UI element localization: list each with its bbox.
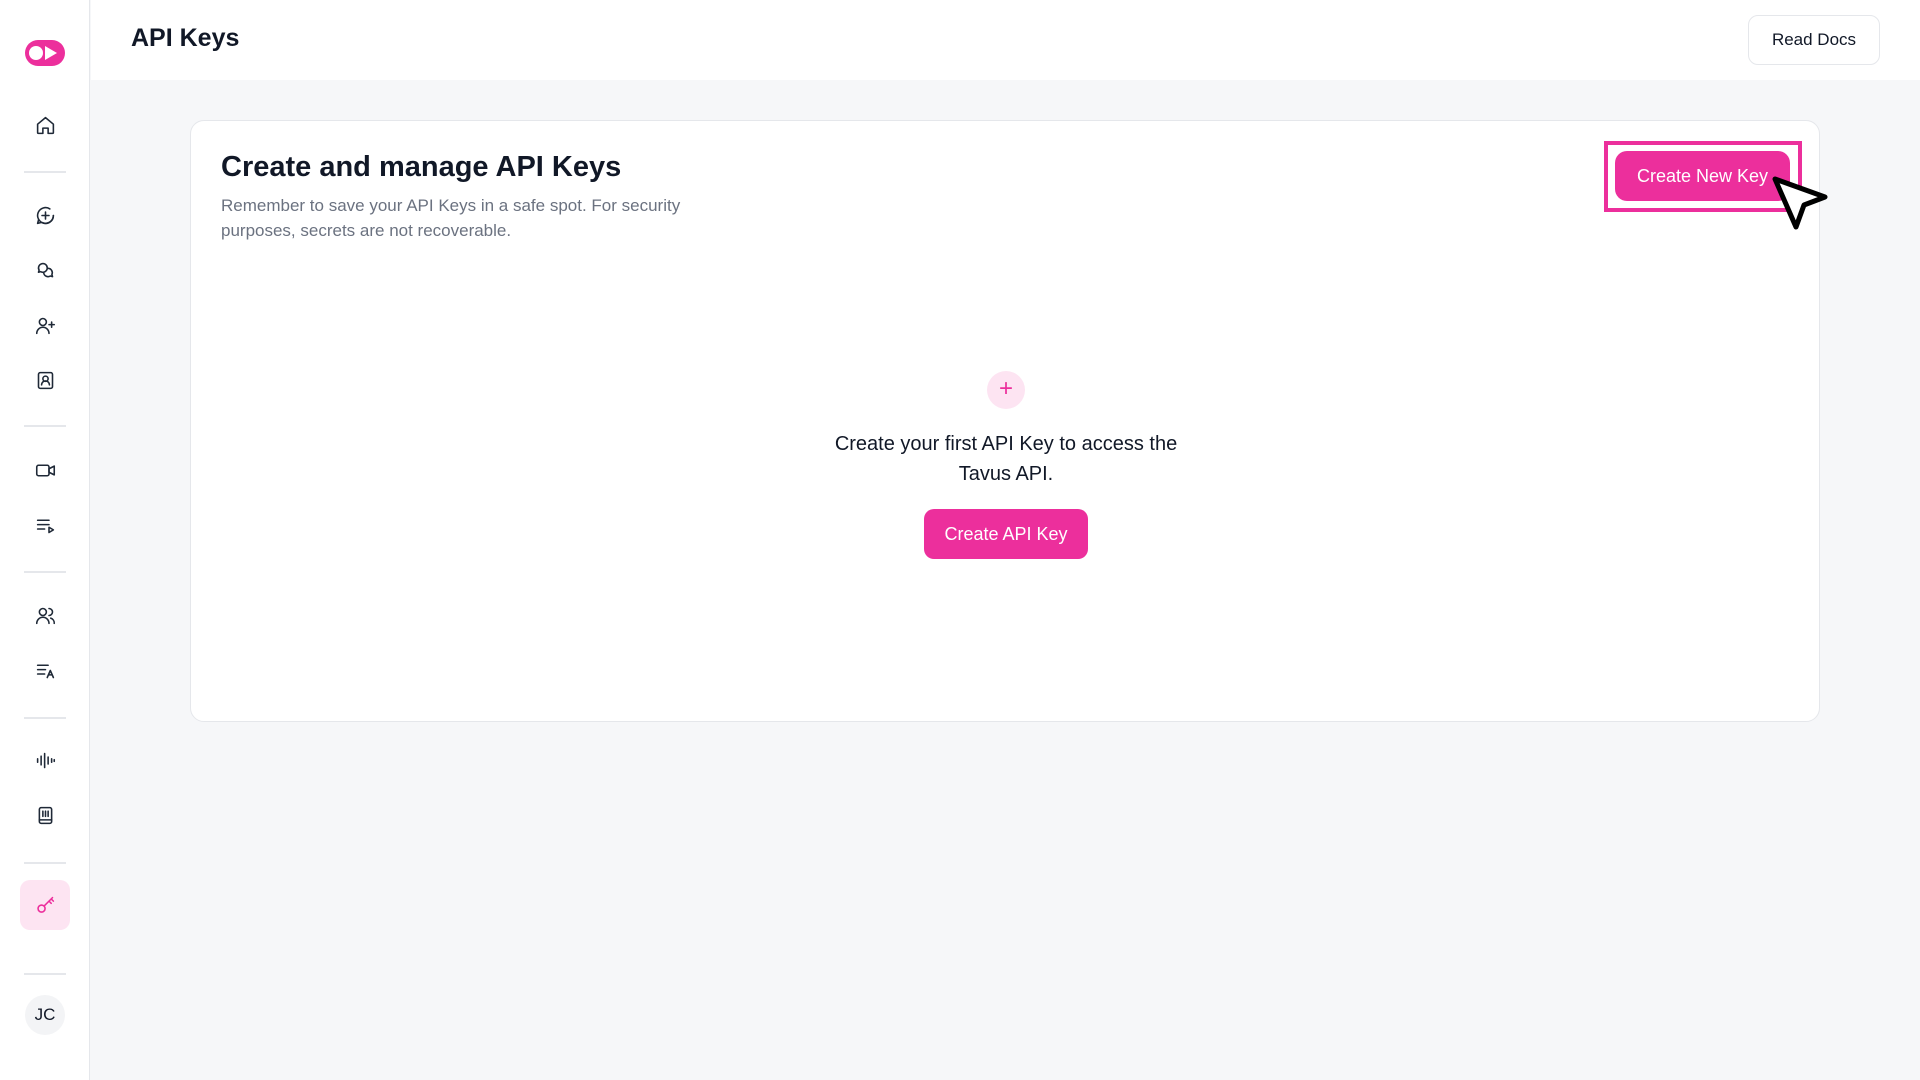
topbar: API Keys Read Docs — [91, 0, 1920, 80]
sidebar-item-replicas[interactable] — [20, 355, 70, 405]
sidebar-item-languages[interactable] — [20, 645, 70, 695]
app-root: JC API Keys Read Docs Create and manage … — [0, 0, 1920, 1080]
create-new-key-button[interactable]: Create New Key — [1615, 151, 1790, 201]
create-api-key-button[interactable]: Create API Key — [924, 509, 1088, 559]
sidebar-item-video-library[interactable] — [20, 500, 70, 550]
empty-state-message: Create your first API Key to access the … — [834, 433, 1178, 485]
sidebar-divider — [24, 862, 66, 864]
translate-list-icon — [36, 663, 54, 678]
conversations-icon — [37, 262, 53, 277]
sidebar-item-videos[interactable] — [20, 445, 70, 495]
tavus-logo-icon[interactable] — [25, 40, 65, 66]
sidebar: JC — [0, 0, 90, 1080]
sidebar-item-create-conversation[interactable] — [20, 190, 70, 240]
sidebar-item-audio[interactable] — [20, 735, 70, 785]
notebook-icon — [38, 806, 52, 824]
sidebar-item-home[interactable] — [20, 100, 70, 150]
sidebar-item-api-keys[interactable] — [20, 880, 70, 930]
mouse-cursor-icon — [1772, 176, 1828, 230]
sidebar-divider — [24, 973, 66, 975]
playlist-icon — [36, 518, 54, 533]
sidebar-divider — [24, 571, 66, 573]
sidebar-divider — [24, 717, 66, 719]
sidebar-divider — [24, 171, 66, 173]
api-keys-card: Create and manage API Keys Remember to s… — [190, 120, 1828, 722]
sidebar-item-add-replica[interactable] — [20, 300, 70, 350]
chat-plus-icon — [36, 206, 54, 224]
sidebar-item-knowledge[interactable] — [20, 790, 70, 840]
home-icon — [36, 116, 54, 134]
page-title: API Keys — [131, 24, 240, 52]
user-initials: JC — [34, 1005, 56, 1024]
read-docs-button[interactable]: Read Docs — [1748, 15, 1880, 65]
user-plus-icon — [35, 317, 55, 334]
sidebar-item-conversations[interactable] — [20, 245, 70, 295]
card-title: Create and manage API Keys — [221, 151, 622, 183]
users-icon — [35, 607, 55, 624]
user-avatar[interactable]: JC — [25, 995, 65, 1035]
plus-icon: + — [987, 371, 1025, 409]
empty-state: + Create your first API Key to access th… — [191, 371, 1821, 559]
card-subtitle: Remember to save your API Keys in a safe… — [221, 196, 681, 240]
audio-wave-icon — [36, 752, 55, 768]
contact-book-icon — [37, 371, 53, 389]
video-icon — [35, 463, 55, 477]
sidebar-item-personas[interactable] — [20, 590, 70, 640]
key-icon — [36, 896, 54, 913]
sidebar-divider — [24, 425, 66, 427]
